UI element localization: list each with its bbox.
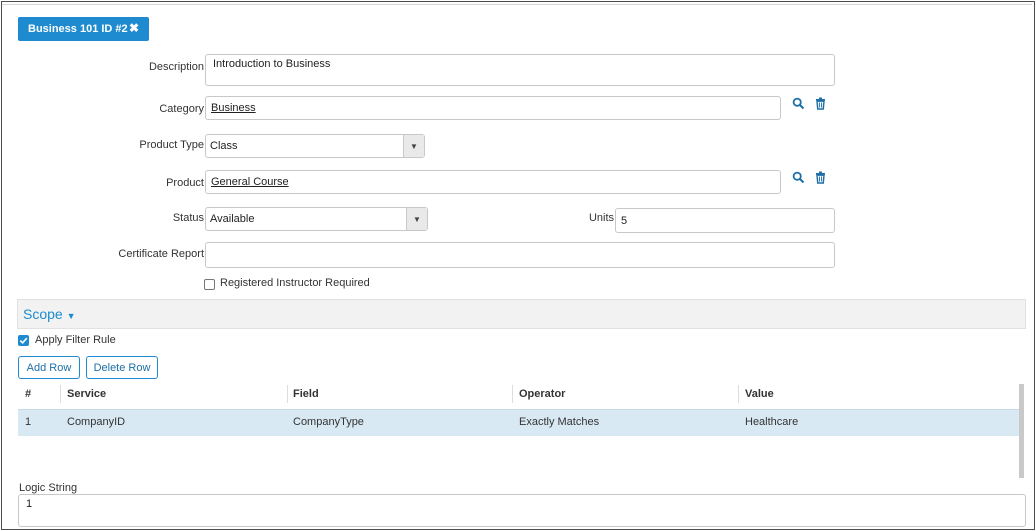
column-header-field[interactable]: Field — [293, 388, 319, 400]
checkmark-icon — [19, 337, 28, 344]
product-link[interactable]: General Course — [211, 176, 289, 188]
units-label: Units — [588, 212, 614, 224]
apply-filter-checkbox[interactable] — [18, 335, 29, 346]
column-divider — [512, 385, 513, 403]
table-scrollbar[interactable] — [1019, 384, 1024, 478]
chevron-down-icon[interactable]: ▼ — [406, 208, 427, 230]
product-field[interactable]: General Course — [205, 170, 781, 194]
column-divider — [287, 385, 288, 403]
product-type-value: Class — [210, 140, 238, 152]
column-header-service[interactable]: Service — [67, 388, 106, 400]
caret-down-icon: ▼ — [66, 311, 76, 321]
top-divider — [2, 4, 1032, 5]
scope-title[interactable]: Scope ▼ — [23, 306, 76, 322]
status-select[interactable]: Available ▼ — [205, 207, 428, 231]
logic-string-field[interactable]: 1 — [18, 494, 1026, 527]
category-field[interactable]: Business — [205, 96, 781, 120]
apply-filter-label: Apply Filter Rule — [35, 334, 116, 346]
category-search-icon[interactable] — [792, 97, 805, 110]
cell-operator: Exactly Matches — [519, 416, 600, 428]
column-header-operator[interactable]: Operator — [519, 388, 565, 400]
record-tab[interactable]: Business 101 ID #2 ✖ — [18, 17, 149, 41]
cell-field: CompanyType — [293, 416, 364, 428]
column-divider — [60, 385, 61, 403]
cell-service: CompanyID — [67, 416, 126, 428]
close-icon[interactable]: ✖ — [129, 21, 139, 35]
chevron-down-icon[interactable]: ▼ — [403, 135, 424, 157]
description-value: Introduction to Business — [213, 58, 331, 70]
product-type-select[interactable]: Class ▼ — [205, 134, 425, 158]
units-value: 5 — [621, 214, 628, 227]
logic-string-value: 1 — [26, 498, 33, 510]
logic-string-label: Logic String — [19, 482, 78, 494]
record-tab-label: Business 101 ID #2 — [28, 23, 128, 35]
description-label: Description — [148, 61, 204, 73]
product-trash-icon[interactable] — [814, 171, 827, 184]
column-header-num[interactable]: # — [25, 388, 31, 400]
category-trash-icon[interactable] — [814, 97, 827, 110]
column-header-value[interactable]: Value — [745, 388, 774, 400]
category-label: Category — [159, 103, 204, 115]
units-field[interactable]: 5 — [615, 208, 835, 233]
description-field[interactable]: Introduction to Business — [205, 54, 835, 86]
product-label: Product — [166, 177, 204, 189]
cell-value: Healthcare — [745, 416, 799, 428]
product-search-icon[interactable] — [792, 171, 805, 184]
status-value: Available — [210, 213, 255, 225]
add-row-button[interactable]: Add Row — [18, 356, 80, 379]
delete-row-button[interactable]: Delete Row — [86, 356, 158, 379]
cell-num: 1 — [25, 416, 32, 428]
certificate-report-label: Certificate Report — [118, 248, 204, 260]
certificate-report-field[interactable] — [205, 242, 835, 268]
registered-instructor-label: Registered Instructor Required — [220, 277, 370, 289]
status-label: Status — [172, 212, 204, 224]
product-type-label: Product Type — [139, 139, 204, 151]
column-divider — [738, 385, 739, 403]
registered-instructor-checkbox[interactable] — [204, 279, 215, 290]
scope-section-header[interactable]: Scope ▼ — [17, 299, 1026, 329]
category-link[interactable]: Business — [211, 102, 256, 114]
